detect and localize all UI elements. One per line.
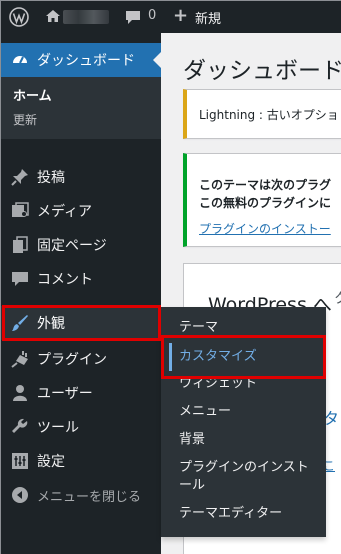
- admin-bar: 0 + 新規: [1, 1, 341, 33]
- sidebar-item-label: ユーザー: [37, 386, 93, 402]
- home-icon[interactable]: [45, 8, 61, 28]
- sidebar-item-dashboard[interactable]: ダッシュボード: [1, 43, 161, 77]
- flyout-item-install-plugins-cont[interactable]: ール: [179, 477, 205, 495]
- notice-required-plugin: このテーマは次のプラグ この無料のプラグインに プラグインのインストー: [183, 153, 341, 247]
- flyout-item-install-plugins[interactable]: プラグインのインスト: [179, 459, 309, 477]
- sidebar-item-label: 設定: [37, 454, 65, 470]
- sidebar-item-label: 投稿: [37, 170, 65, 186]
- submenu-item-updates[interactable]: 更新: [13, 111, 37, 128]
- comment-count[interactable]: 0: [148, 8, 156, 23]
- sidebar-item-pages[interactable]: 固定ページ: [1, 228, 161, 262]
- comment-icon: [11, 270, 29, 292]
- flyout-item-background[interactable]: 背景: [179, 431, 205, 449]
- user-icon: [11, 384, 29, 406]
- sidebar-item-label: 固定ページ: [37, 238, 107, 254]
- plugin-icon: [11, 350, 29, 372]
- sidebar-item-posts[interactable]: 投稿: [1, 160, 161, 194]
- highlight-appearance: [2, 305, 161, 341]
- comment-icon[interactable]: [125, 9, 141, 29]
- media-icon: [11, 202, 29, 224]
- dashboard-submenu: ホーム 更新: [1, 77, 161, 139]
- highlight-customize: [161, 335, 326, 379]
- install-plugin-link[interactable]: プラグインのインストー: [199, 220, 331, 237]
- flyout-item-menus[interactable]: メニュー: [179, 403, 231, 421]
- page-icon: [11, 236, 29, 258]
- sidebar-item-label: プラグイン: [37, 352, 107, 368]
- page-title: ダッシュボード: [183, 58, 341, 84]
- settings-icon: [11, 452, 29, 474]
- sidebar-item-label: メニューを閉じる: [37, 490, 142, 505]
- sidebar-item-label: メディア: [37, 204, 93, 220]
- notice-outdated-options: Lightning : 古いオプショ: [183, 89, 341, 139]
- pin-icon: [11, 168, 29, 190]
- flyout-item-theme-editor[interactable]: テーマエディター: [179, 505, 282, 523]
- dashboard-icon: [11, 51, 29, 73]
- sidebar-item-comments[interactable]: コメント: [1, 262, 161, 296]
- sidebar-item-users[interactable]: ユーザー: [1, 376, 161, 410]
- plus-icon[interactable]: +: [173, 6, 188, 26]
- notice-text-line1: このテーマは次のプラグ: [199, 178, 332, 192]
- welcome-close-link[interactable]: ク: [334, 288, 341, 308]
- sidebar-item-label: ダッシュボード: [37, 53, 135, 69]
- site-name-blurred[interactable]: [63, 10, 109, 24]
- collapse-menu-button[interactable]: メニューを閉じる: [1, 478, 161, 512]
- notice-text: Lightning : 古いオプショ: [199, 108, 339, 122]
- notice-text-line2: この無料のプラグインに: [199, 196, 332, 210]
- sidebar-item-label: ツール: [37, 420, 79, 436]
- sidebar-item-label: コメント: [37, 272, 93, 288]
- wordpress-icon[interactable]: [9, 7, 29, 31]
- admin-sidebar: ダッシュボード ホーム 更新 投稿 メディア 固定ページ コメント 外観 プラグ…: [1, 33, 162, 554]
- new-content-label[interactable]: 新規: [195, 8, 221, 27]
- collapse-icon: [11, 486, 29, 508]
- sidebar-item-settings[interactable]: 設定: [1, 444, 161, 478]
- sidebar-item-media[interactable]: メディア: [1, 194, 161, 228]
- submenu-item-home[interactable]: ホーム: [13, 85, 52, 104]
- wrench-icon: [11, 418, 29, 440]
- sidebar-item-plugins[interactable]: プラグイン: [1, 342, 161, 376]
- sidebar-item-tools[interactable]: ツール: [1, 410, 161, 444]
